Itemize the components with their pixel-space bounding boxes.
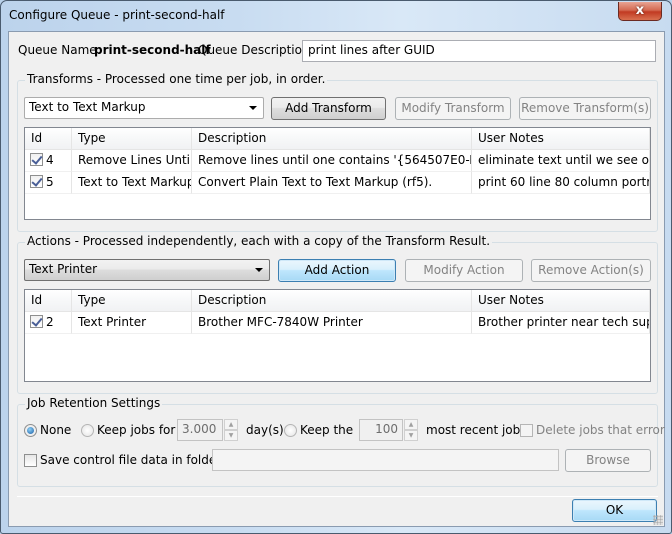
enabled-checkbox[interactable] <box>30 153 43 166</box>
spin-up-icon[interactable]: ▲ <box>404 419 418 430</box>
recent-jobs-spinner-input[interactable]: 100 <box>359 419 403 441</box>
close-icon: x <box>635 3 645 18</box>
chevron-down-icon <box>255 268 263 272</box>
actions-header-row: Id Type Description User Notes <box>25 290 650 312</box>
close-button[interactable]: x <box>618 2 662 21</box>
row-id-cell: 4 <box>25 150 72 172</box>
remove-transform-button[interactable]: Remove Transform(s) <box>519 97 651 120</box>
keep-jobs-for-radio[interactable] <box>81 424 94 437</box>
retention-none-label: None <box>40 423 72 437</box>
browse-button[interactable]: Browse <box>565 449 651 472</box>
title-bar[interactable]: Configure Queue - print-second-half x <box>1 1 671 31</box>
modify-transform-button[interactable]: Modify Transform <box>395 97 511 120</box>
column-header-id[interactable]: Id <box>25 290 72 312</box>
job-retention-group-title: Job Retention Settings <box>25 396 163 410</box>
spin-down-icon[interactable]: ▼ <box>224 430 238 441</box>
spin-down-icon[interactable]: ▼ <box>404 430 418 441</box>
queue-name-value: print-second-half <box>94 43 211 57</box>
actions-table: Id Type Description User Notes 2 Text Pr… <box>24 289 651 382</box>
delete-jobs-error-checkbox[interactable] <box>520 424 533 437</box>
action-type-combo[interactable]: Text Printer <box>24 259 270 281</box>
table-row[interactable]: 2 Text Printer Brother MFC-7840W Printer… <box>25 312 650 334</box>
row-id: 5 <box>46 175 54 189</box>
row-user-notes: Brother printer near tech supp... <box>472 312 650 334</box>
row-description: Convert Plain Text to Text Markup (rf5). <box>192 172 472 194</box>
column-header-type[interactable]: Type <box>72 290 192 312</box>
configure-queue-dialog: Configure Queue - print-second-half x Qu… <box>0 0 672 534</box>
row-description: Brother MFC-7840W Printer <box>192 312 472 334</box>
add-transform-button[interactable]: Add Transform <box>271 97 386 120</box>
row-type: Text to Text Markup <box>72 172 192 194</box>
row-id-cell: 2 <box>25 312 72 334</box>
window-title: Configure Queue - print-second-half <box>9 8 225 22</box>
row-id: 4 <box>46 153 54 167</box>
row-user-notes: eliminate text until we see our... <box>472 150 650 172</box>
chevron-down-icon <box>249 106 257 110</box>
transforms-table: Id Type Description User Notes 4 Remove … <box>24 127 651 220</box>
queue-name-label: Queue Name <box>18 43 97 57</box>
row-user-notes: print 60 line 80 column portrait <box>472 172 650 194</box>
row-id: 2 <box>46 315 54 329</box>
queue-description-label: Queue Description <box>198 43 310 57</box>
delete-jobs-error-label: Delete jobs that error <box>536 423 665 437</box>
enabled-checkbox[interactable] <box>30 175 43 188</box>
actions-group-title: Actions - Processed independently, each … <box>25 234 493 248</box>
action-type-value: Text Printer <box>29 262 98 276</box>
save-control-file-label: Save control file data in folder: <box>40 453 226 467</box>
days-spinner-buttons[interactable]: ▲ ▼ <box>224 419 238 441</box>
recent-jobs-spinner-buttons[interactable]: ▲ ▼ <box>404 419 418 441</box>
ok-button[interactable]: OK <box>572 499 657 522</box>
most-recent-jobs-label: most recent jobs <box>426 423 527 437</box>
column-header-description[interactable]: Description <box>192 290 472 312</box>
control-folder-input[interactable] <box>212 449 559 471</box>
days-unit-label: day(s) <box>246 423 284 437</box>
modify-action-button[interactable]: Modify Action <box>405 259 523 282</box>
job-retention-group: Job Retention Settings <box>17 396 658 487</box>
keep-the-radio[interactable] <box>284 424 297 437</box>
queue-description-input[interactable]: print lines after GUID <box>302 40 656 62</box>
remove-action-button[interactable]: Remove Action(s) <box>531 259 651 282</box>
days-spinner-input[interactable]: 3.000 <box>177 419 223 441</box>
column-header-description[interactable]: Description <box>192 128 472 150</box>
row-id-cell: 5 <box>25 172 72 194</box>
transforms-group-title: Transforms - Processed one time per job,… <box>25 72 328 86</box>
save-control-file-checkbox[interactable] <box>24 454 37 467</box>
table-row[interactable]: 5 Text to Text Markup Convert Plain Text… <box>25 172 650 194</box>
row-type: Remove Lines Until <box>72 150 192 172</box>
column-header-type[interactable]: Type <box>72 128 192 150</box>
transform-type-combo[interactable]: Text to Text Markup <box>24 97 264 119</box>
keep-the-label: Keep the <box>300 423 354 437</box>
column-header-id[interactable]: Id <box>25 128 72 150</box>
table-row[interactable]: 4 Remove Lines Until Remove lines until … <box>25 150 650 172</box>
add-action-button[interactable]: Add Action <box>278 259 396 282</box>
enabled-checkbox[interactable] <box>30 315 43 328</box>
dialog-body: Queue Name print-second-half Queue Descr… <box>8 31 665 527</box>
footer-divider <box>17 496 658 497</box>
resize-grip-icon[interactable] <box>653 515 663 525</box>
keep-jobs-for-label: Keep jobs for <box>97 423 176 437</box>
transforms-header-row: Id Type Description User Notes <box>25 128 650 150</box>
column-header-user-notes[interactable]: User Notes <box>472 128 650 150</box>
spin-up-icon[interactable]: ▲ <box>224 419 238 430</box>
row-type: Text Printer <box>72 312 192 334</box>
transform-type-value: Text to Text Markup <box>29 100 146 114</box>
retention-none-radio[interactable] <box>24 424 37 437</box>
column-header-user-notes[interactable]: User Notes <box>472 290 650 312</box>
row-description: Remove lines until one contains '{564507… <box>192 150 472 172</box>
